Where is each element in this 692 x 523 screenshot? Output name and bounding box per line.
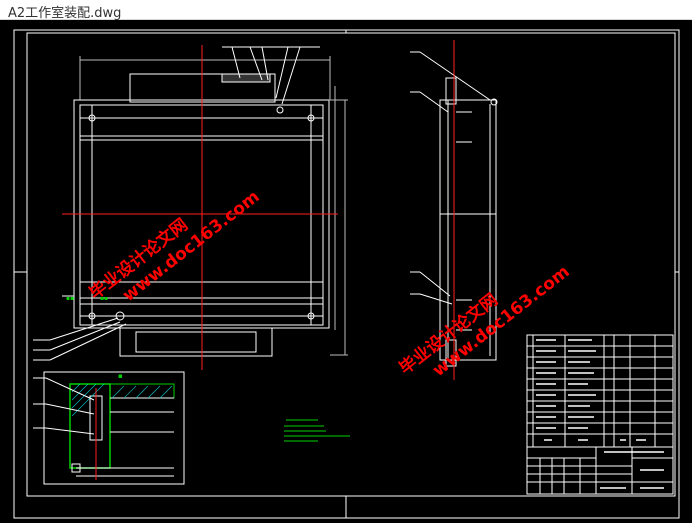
detail-hatch xyxy=(71,383,173,417)
drawing-canvas[interactable]: ▪▪ ▪▪ ▪ 毕业设计论文网 www.doc163.com 毕业设计论文网 w… xyxy=(0,20,692,523)
parts-list xyxy=(526,334,674,448)
document-title: A2工作室装配.dwg xyxy=(8,6,122,21)
window-titlebar: A2工作室装配.dwg xyxy=(0,0,692,21)
technical-notes xyxy=(284,419,350,442)
section-marker-left: ▪▪ xyxy=(66,295,74,302)
cad-drawing: ▪▪ ▪▪ ▪ 毕业设计论文网 www.doc163.com 毕业设计论文网 w… xyxy=(13,29,680,519)
detail-view xyxy=(43,371,185,485)
front-view xyxy=(73,56,348,357)
side-view-leaders xyxy=(410,51,491,305)
detail-leaders xyxy=(33,377,95,435)
detail-label: ▪ xyxy=(118,372,123,380)
